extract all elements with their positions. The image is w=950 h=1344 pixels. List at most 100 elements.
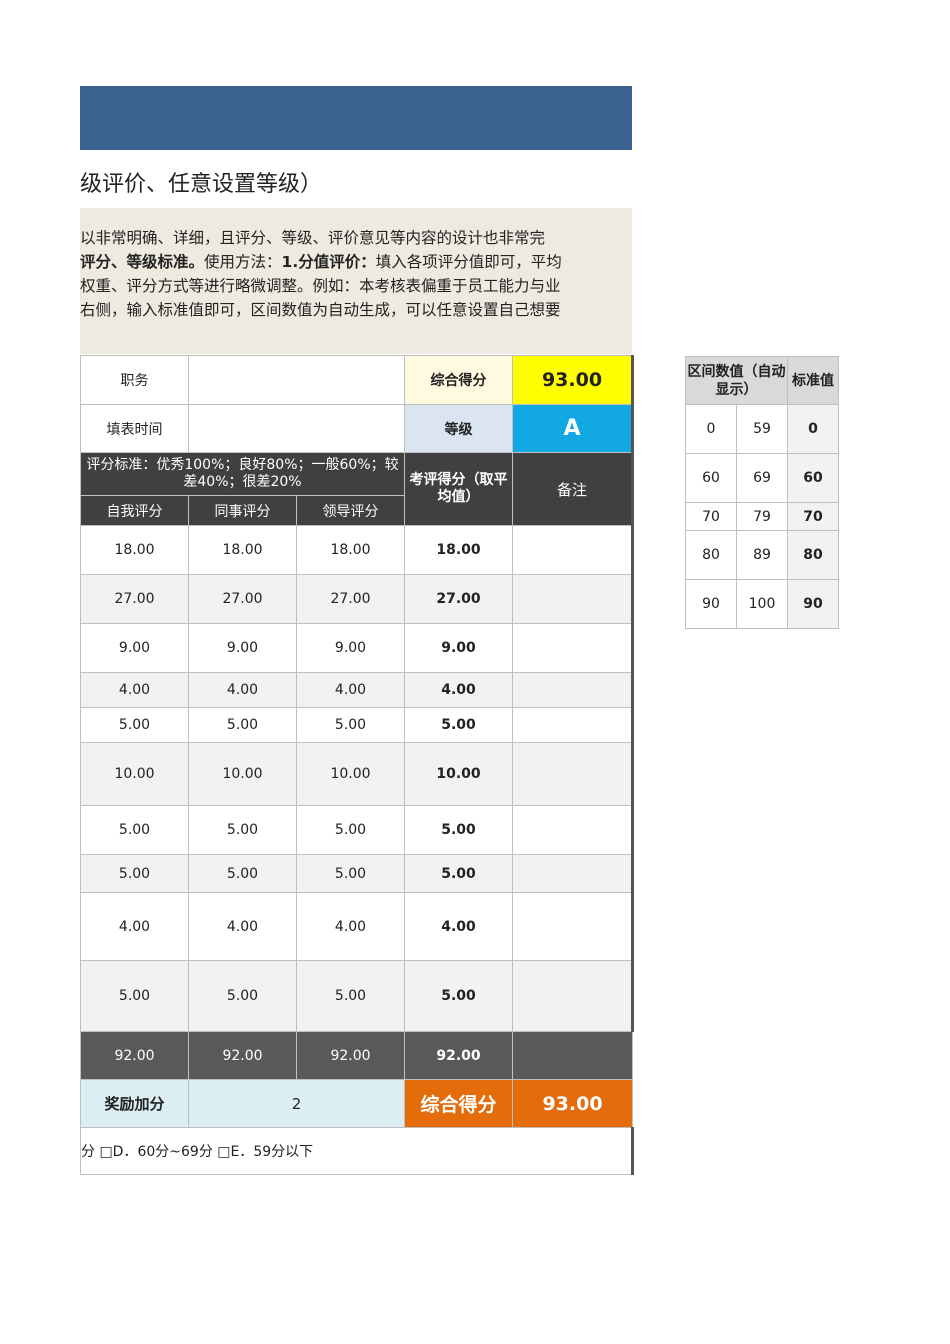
leader-score-cell[interactable]: 9.00 — [296, 623, 405, 673]
avg-score-cell: 5.00 — [404, 854, 513, 893]
peer-score-cell[interactable]: 27.00 — [188, 574, 297, 624]
remark-cell[interactable] — [512, 742, 634, 806]
avg-total: 92.00 — [404, 1031, 513, 1080]
leader-score-cell[interactable]: 27.00 — [296, 574, 405, 624]
self-score-cell[interactable]: 4.00 — [80, 672, 189, 708]
total-score-label: 综合得分 — [404, 355, 513, 405]
totals-row: 92.00 92.00 92.00 92.00 — [80, 1031, 633, 1080]
grade-options: 分 □D．60分~69分 □E．59分以下 — [80, 1127, 634, 1175]
criteria-header: 评分标准：优秀100%；良好80%；一般60%；较差40%；很差20% — [80, 452, 405, 496]
total-score-value: 93.00 — [512, 355, 634, 405]
standard-value[interactable]: 70 — [787, 502, 839, 531]
avg-score-cell: 9.00 — [404, 623, 513, 673]
remark-cell[interactable] — [512, 623, 634, 673]
table-row: 10.00 10.00 10.00 10.00 — [80, 742, 634, 806]
grade-label: 等级 — [404, 404, 513, 453]
description-line-4: 右侧，输入标准值即可，区间数值为自动生成，可以任意设置自己想要 — [80, 301, 561, 319]
self-score-cell[interactable]: 5.00 — [80, 854, 189, 893]
self-score-cell[interactable]: 18.00 — [80, 525, 189, 575]
avg-score-cell: 4.00 — [404, 672, 513, 708]
peer-score-cell[interactable]: 5.00 — [188, 805, 297, 855]
table-row: 18.00 18.00 18.00 18.00 — [80, 525, 634, 575]
self-score-cell[interactable]: 5.00 — [80, 707, 189, 743]
avg-score-cell: 4.00 — [404, 892, 513, 961]
peer-score-cell[interactable]: 5.00 — [188, 854, 297, 893]
range-row: 80 89 80 — [685, 530, 839, 580]
description-bold-2: 1.分值评价： — [281, 253, 376, 271]
final-score-value: 93.00 — [512, 1079, 633, 1128]
avg-score-cell: 5.00 — [404, 805, 513, 855]
range-low: 70 — [685, 502, 737, 531]
peer-score-cell[interactable]: 10.00 — [188, 742, 297, 806]
range-low: 0 — [685, 404, 737, 454]
self-score-cell[interactable]: 9.00 — [80, 623, 189, 673]
self-score-cell[interactable]: 5.00 — [80, 960, 189, 1032]
final-score-label: 综合得分 — [404, 1079, 513, 1128]
peer-score-cell[interactable]: 9.00 — [188, 623, 297, 673]
standard-value[interactable]: 60 — [787, 453, 839, 503]
range-low: 60 — [685, 453, 737, 503]
table-row: 4.00 4.00 4.00 4.00 — [80, 892, 634, 961]
self-score-cell[interactable]: 27.00 — [80, 574, 189, 624]
peer-score-cell[interactable]: 5.00 — [188, 707, 297, 743]
range-high: 59 — [736, 404, 788, 454]
remark-cell[interactable] — [512, 892, 634, 961]
remark-cell[interactable] — [512, 525, 634, 575]
table-row: 27.00 27.00 27.00 27.00 — [80, 574, 634, 624]
description-line-2: 评分、等级标准。使用方法：1.分值评价：填入各项评分值即可，平均 — [80, 250, 620, 274]
remark-cell[interactable] — [512, 854, 634, 893]
position-input[interactable] — [188, 355, 405, 405]
range-high: 79 — [736, 502, 788, 531]
standard-value[interactable]: 0 — [787, 404, 839, 454]
remark-total — [512, 1031, 633, 1080]
standard-value[interactable]: 80 — [787, 530, 839, 580]
range-low: 80 — [685, 530, 737, 580]
peer-score-cell[interactable]: 18.00 — [188, 525, 297, 575]
leader-score-cell[interactable]: 4.00 — [296, 672, 405, 708]
range-row: 70 79 70 — [685, 502, 839, 531]
range-row: 90 100 90 — [685, 579, 839, 629]
leader-score-cell[interactable]: 10.00 — [296, 742, 405, 806]
evaluation-table: 职务 综合得分 93.00 填表时间 等级 A 评分标准：优秀100%；良好80… — [80, 355, 634, 1175]
description-usage-label: 使用方法： — [204, 253, 282, 271]
remark-cell[interactable] — [512, 960, 634, 1032]
grade-value: A — [512, 404, 634, 453]
self-score-cell[interactable]: 10.00 — [80, 742, 189, 806]
peer-score-cell[interactable]: 5.00 — [188, 960, 297, 1032]
remark-cell[interactable] — [512, 574, 634, 624]
standard-value[interactable]: 90 — [787, 579, 839, 629]
self-total: 92.00 — [80, 1031, 189, 1080]
description-usage-text: 填入各项评分值即可，平均 — [375, 253, 562, 271]
leader-score-cell[interactable]: 5.00 — [296, 805, 405, 855]
leader-score-cell[interactable]: 4.00 — [296, 892, 405, 961]
table-row: 5.00 5.00 5.00 5.00 — [80, 805, 634, 855]
page-subtitle: 级评价、任意设置等级） — [80, 172, 323, 197]
range-low: 90 — [685, 579, 737, 629]
self-score-header: 自我评分 — [80, 495, 189, 526]
leader-score-cell[interactable]: 5.00 — [296, 854, 405, 893]
remark-cell[interactable] — [512, 707, 634, 743]
description-bold-1: 评分、等级标准。 — [80, 253, 205, 271]
leader-score-cell[interactable]: 5.00 — [296, 707, 405, 743]
remark-cell[interactable] — [512, 672, 634, 708]
leader-score-header: 领导评分 — [296, 495, 405, 526]
leader-total: 92.00 — [296, 1031, 405, 1080]
peer-score-cell[interactable]: 4.00 — [188, 892, 297, 961]
peer-score-cell[interactable]: 4.00 — [188, 672, 297, 708]
avg-score-cell: 5.00 — [404, 707, 513, 743]
table-row: 9.00 9.00 9.00 9.00 — [80, 623, 634, 673]
avg-score-cell: 27.00 — [404, 574, 513, 624]
remark-header: 备注 — [512, 452, 634, 526]
title-banner — [80, 86, 632, 150]
grade-range-table: 区间数值（自动显示） 标准值 0 59 0 60 69 60 70 79 70 … — [685, 356, 839, 629]
bonus-value[interactable]: 2 — [188, 1079, 405, 1128]
range-high: 100 — [736, 579, 788, 629]
leader-score-cell[interactable]: 5.00 — [296, 960, 405, 1032]
self-score-cell[interactable]: 4.00 — [80, 892, 189, 961]
table-row: 4.00 4.00 4.00 4.00 — [80, 672, 634, 708]
remark-cell[interactable] — [512, 805, 634, 855]
self-score-cell[interactable]: 5.00 — [80, 805, 189, 855]
fill-time-input[interactable] — [188, 404, 405, 453]
leader-score-cell[interactable]: 18.00 — [296, 525, 405, 575]
range-header: 区间数值（自动显示） — [685, 356, 788, 405]
